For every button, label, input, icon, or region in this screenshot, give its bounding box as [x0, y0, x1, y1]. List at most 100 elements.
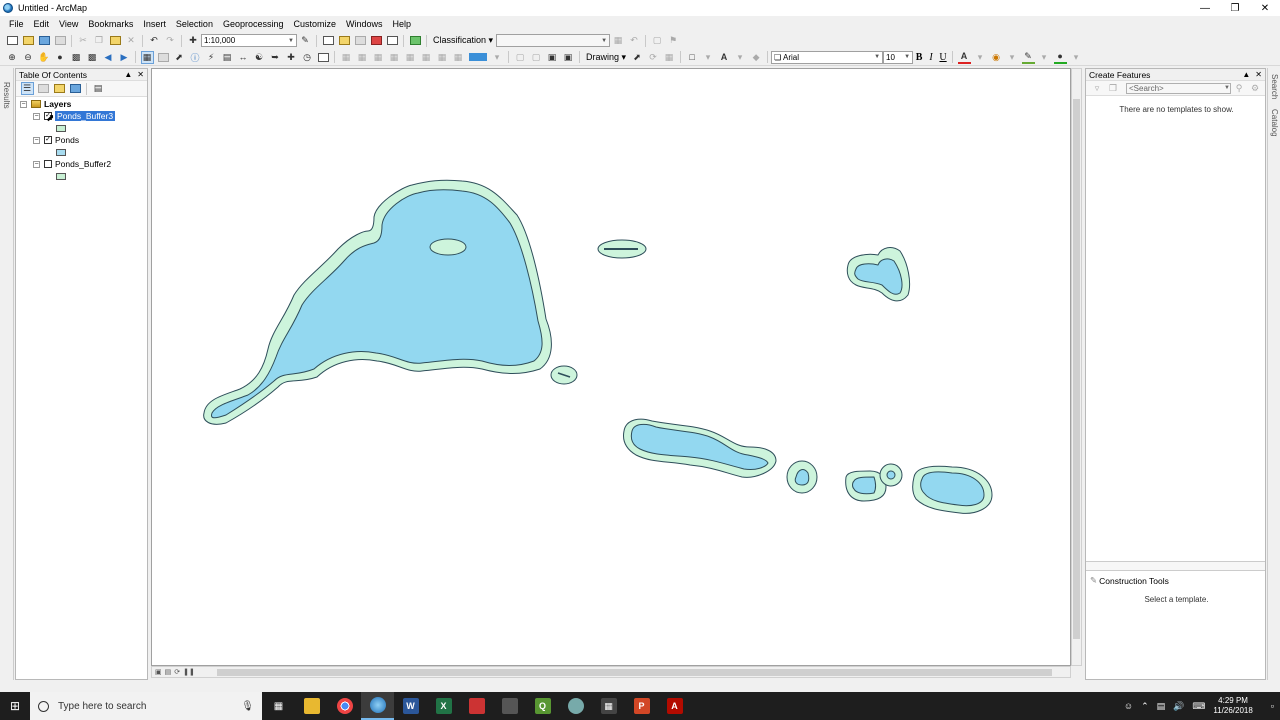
hyperlink-icon[interactable]: ⚡	[205, 51, 218, 64]
georef-tool-2-icon[interactable]: ▦	[356, 51, 369, 64]
italic-button[interactable]: I	[925, 52, 937, 63]
menu-insert[interactable]: Insert	[138, 19, 171, 29]
font-color-dropdown-icon[interactable]: ▾	[974, 51, 987, 64]
map-scale-combo[interactable]: 1:10,000 ▼	[201, 34, 297, 47]
add-data-icon[interactable]: ✚	[187, 34, 200, 47]
go-back-icon[interactable]: ◀	[102, 51, 115, 64]
tray-chevron-icon[interactable]: ⌃	[1141, 701, 1149, 712]
undo-icon[interactable]: ↶	[148, 34, 161, 47]
map-canvas[interactable]	[152, 69, 1071, 666]
georef-tool-6-icon[interactable]: ▦	[420, 51, 433, 64]
full-extent-globe-icon[interactable]: ●	[54, 51, 67, 64]
task-view-icon[interactable]: ▦	[262, 692, 295, 720]
find-route-icon[interactable]: ➥	[269, 51, 282, 64]
map-vertical-scrollbar[interactable]	[1071, 68, 1082, 666]
text-dropdown-icon[interactable]: ▾	[734, 51, 747, 64]
template-search-input[interactable]: <Search> ▼	[1126, 82, 1231, 94]
chrome-icon[interactable]	[328, 692, 361, 720]
edit-vertices-icon[interactable]: ◆	[750, 51, 763, 64]
catalog-tab[interactable]: Catalog	[1270, 109, 1279, 137]
menu-geoprocessing[interactable]: Geoprocessing	[218, 19, 289, 29]
georef-tool-1-icon[interactable]: ▦	[340, 51, 353, 64]
menu-bookmarks[interactable]: Bookmarks	[83, 19, 138, 29]
toc-close-icon[interactable]: ✕	[137, 70, 144, 79]
editor-toolbar-icon[interactable]: ✎	[299, 34, 312, 47]
minimize-button[interactable]: —	[1190, 0, 1220, 16]
signature-tool-icon[interactable]: ▢	[651, 34, 664, 47]
word-icon[interactable]: W	[394, 692, 427, 720]
refresh-icon[interactable]: ⟳	[174, 668, 180, 676]
georef-tool-4-icon[interactable]: ▦	[388, 51, 401, 64]
classification-dropdown[interactable]: Classification ▾	[430, 35, 496, 46]
layout-tool-2-icon[interactable]: ▢	[530, 51, 543, 64]
usb-device-icon[interactable]	[460, 692, 493, 720]
rotate-icon[interactable]: ⟳	[647, 51, 660, 64]
catalog-window-icon[interactable]	[338, 34, 351, 47]
toc-root-row[interactable]: − Layers	[20, 98, 71, 110]
list-by-selection-icon[interactable]	[69, 82, 82, 95]
map-horizontal-scrollbar[interactable]: ▣ ▤ ⟳ ❚❚	[151, 666, 1071, 678]
georef-tool-3-icon[interactable]: ▦	[372, 51, 385, 64]
volume-icon[interactable]: 🔊	[1173, 701, 1184, 712]
collapse-layer-icon[interactable]: −	[33, 136, 40, 144]
taskbar-clock[interactable]: 4:29 PM 11/26/2018	[1213, 696, 1262, 716]
bold-button[interactable]: B	[913, 52, 925, 63]
arctoolbox-icon[interactable]	[370, 34, 383, 47]
search-tab[interactable]: Search	[1270, 74, 1279, 99]
toc-layer-row[interactable]: − Ponds_Buffer2	[33, 158, 111, 170]
panel-splitter[interactable]	[1086, 561, 1265, 571]
time-slider-icon[interactable]: ◷	[301, 51, 314, 64]
template-properties-icon[interactable]: ⚙	[1249, 82, 1262, 95]
file-explorer-icon[interactable]	[295, 692, 328, 720]
save-icon[interactable]	[38, 34, 51, 47]
layer-visibility-checkbox[interactable]	[44, 160, 52, 168]
qgis-icon[interactable]: Q	[526, 692, 559, 720]
filter-templates-icon[interactable]: ▿	[1091, 82, 1104, 95]
new-document-icon[interactable]	[6, 34, 19, 47]
arcmap-task-icon[interactable]	[361, 692, 394, 720]
go-to-xy-icon[interactable]: ✚	[285, 51, 298, 64]
rectangle-shape-icon[interactable]: □	[686, 51, 699, 64]
menu-customize[interactable]: Customize	[289, 19, 342, 29]
search-window-icon[interactable]	[354, 34, 367, 47]
clear-selection-icon[interactable]	[157, 51, 170, 64]
zoom-to-elements-icon[interactable]: ▦	[663, 51, 676, 64]
zoom-out-icon[interactable]: ⊖	[22, 51, 35, 64]
shape-dropdown-icon[interactable]: ▾	[702, 51, 715, 64]
delete-icon[interactable]: ✕	[125, 34, 138, 47]
table-of-contents-icon[interactable]	[322, 34, 335, 47]
layer-symbol-swatch[interactable]	[56, 149, 66, 156]
layout-tool-1-icon[interactable]: ▢	[514, 51, 527, 64]
layout-tool-3-icon[interactable]: ▣	[546, 51, 559, 64]
menu-file[interactable]: File	[4, 19, 29, 29]
marker-color-icon[interactable]: ●	[1053, 51, 1067, 64]
toc-pin-icon[interactable]: ▲	[124, 70, 132, 79]
start-windows-icon[interactable]: ⊞	[0, 699, 30, 713]
collapse-layer-icon[interactable]: −	[33, 112, 40, 120]
menu-edit[interactable]: Edit	[29, 19, 55, 29]
vertical-scroll-thumb[interactable]	[1073, 99, 1080, 639]
layout-view-icon[interactable]: ▤	[165, 668, 172, 676]
acrobat-icon[interactable]: A	[658, 692, 691, 720]
arccatalog-icon[interactable]	[493, 692, 526, 720]
create-viewer-window-icon[interactable]	[317, 51, 330, 64]
layer-visibility-checkbox[interactable]: ✓	[44, 136, 52, 144]
menu-view[interactable]: View	[54, 19, 83, 29]
pause-drawing-icon[interactable]: ❚❚	[183, 668, 195, 676]
taskbar-search-box[interactable]: Type here to search 🎙	[30, 692, 262, 720]
toc-options-icon[interactable]: ▤	[92, 82, 105, 95]
menu-windows[interactable]: Windows	[341, 19, 388, 29]
georef-tool-5-icon[interactable]: ▦	[404, 51, 417, 64]
open-folder-icon[interactable]	[22, 34, 35, 47]
underline-button[interactable]: U	[937, 52, 949, 63]
results-tab[interactable]: Results	[2, 82, 11, 109]
drawing-dropdown[interactable]: Drawing ▾	[583, 52, 629, 63]
georef-tool-7-icon[interactable]: ▦	[436, 51, 449, 64]
fixed-zoom-out-icon[interactable]: ▩	[86, 51, 99, 64]
horizontal-scroll-thumb[interactable]	[217, 669, 1052, 676]
layer-name[interactable]: Ponds_Buffer3	[55, 111, 116, 121]
layer-name[interactable]: Ponds	[55, 135, 79, 145]
select-features-icon[interactable]: ▦	[140, 50, 154, 64]
people-icon[interactable]: ☺	[1124, 701, 1133, 711]
text-tool-icon[interactable]: A	[718, 51, 731, 64]
